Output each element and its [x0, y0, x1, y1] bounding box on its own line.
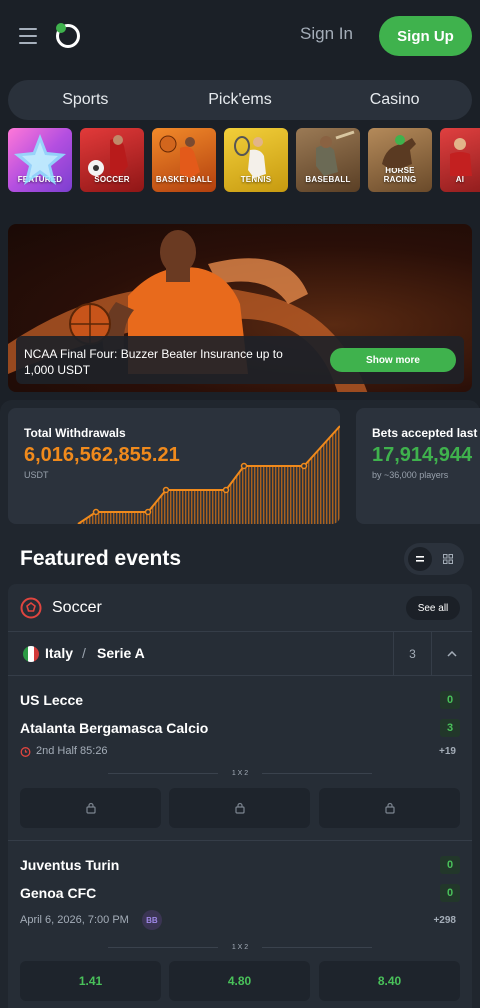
lock-icon	[85, 802, 96, 814]
sport-name: Soccer	[52, 599, 102, 616]
home-team: Juventus Turin	[20, 857, 120, 873]
chevron-up-icon	[447, 651, 457, 657]
bet-builder-badge: BB	[141, 910, 162, 930]
main-nav: Sports Pick'ems Casino	[8, 80, 472, 120]
category-baseball[interactable]: BASEBALL	[296, 128, 360, 192]
show-more-button[interactable]: Show more	[330, 348, 456, 372]
odd-home-locked[interactable]	[20, 788, 161, 828]
odd-draw-locked[interactable]	[169, 788, 310, 828]
stat-title: Total Withdrawals	[24, 426, 126, 440]
match-card[interactable]: US Lecce 0 Atalanta Bergamasca Calcio 3 …	[8, 676, 472, 840]
market-divider-right	[262, 773, 372, 774]
top-header: Sign In Sign Up	[0, 0, 480, 72]
category-soccer[interactable]: SOCCER	[80, 128, 144, 192]
horse-icon	[382, 135, 416, 168]
nav-pickems[interactable]: Pick'ems	[163, 91, 316, 109]
soccer-player-icon	[88, 135, 128, 176]
match-start-time: April 6, 2026, 7:00 PM	[20, 914, 129, 926]
stat-sub: USDT	[24, 470, 49, 480]
stat-card-withdrawals: Total Withdrawals 6,016,562,855.21 USDT	[8, 408, 340, 524]
match-status: 2nd Half 85:26	[20, 745, 108, 757]
match-card[interactable]: Juventus Turin 0 Genoa CFC 0 April 6, 20…	[8, 840, 472, 1008]
more-markets-count[interactable]: +298	[433, 915, 456, 926]
menu-icon[interactable]	[19, 28, 37, 44]
market-divider-right	[262, 947, 372, 948]
match-time: 2nd Half 85:26	[36, 745, 108, 757]
category-featured[interactable]: FEATURED	[8, 128, 72, 192]
odd-away[interactable]: 8.40	[319, 961, 460, 1001]
see-all-button[interactable]: See all	[406, 596, 460, 620]
clock-icon	[20, 746, 31, 757]
nav-sports[interactable]: Sports	[9, 91, 162, 109]
market-label: 1 X 2	[231, 770, 249, 777]
more-markets-count[interactable]: +19	[439, 746, 456, 757]
lock-icon	[234, 802, 245, 814]
odd-away-locked[interactable]	[319, 788, 460, 828]
stat-card-bets: Bets accepted last 17,914,944 by ~36,000…	[356, 408, 480, 524]
player-icon	[450, 138, 472, 176]
away-score: 3	[440, 719, 460, 737]
tennis-player-icon	[234, 136, 266, 178]
banner-text: NCAA Final Four: Buzzer Beater Insurance…	[24, 347, 283, 377]
home-team: US Lecce	[20, 692, 84, 708]
view-toggle	[404, 543, 464, 575]
odd-draw[interactable]: 4.80	[169, 961, 310, 1001]
logo-icon[interactable]	[54, 22, 81, 49]
promo-banner[interactable]: NCAA Final Four: Buzzer Beater Insurance…	[8, 224, 472, 392]
market-label: 1 X 2	[231, 944, 249, 951]
sport-header: Soccer See all	[8, 584, 472, 632]
away-score: 0	[440, 884, 460, 902]
list-view-icon[interactable]	[408, 547, 432, 571]
sign-up-button[interactable]: Sign Up	[379, 16, 472, 56]
category-tennis[interactable]: TENNIS	[224, 128, 288, 192]
soccer-ball-icon	[20, 597, 42, 619]
league-name: Serie A	[97, 645, 145, 661]
stat-value: 6,016,562,855.21	[24, 444, 180, 466]
league-country: Italy	[45, 645, 74, 661]
italy-flag-icon	[23, 646, 39, 662]
league-match-count: 3	[393, 632, 431, 676]
stat-title: Bets accepted last	[372, 426, 478, 440]
basketball-player-icon	[159, 135, 200, 178]
league-header[interactable]: Italy / Serie A 3	[8, 632, 472, 676]
stat-sub: by ~36,000 players	[372, 470, 449, 480]
away-team: Genoa CFC	[20, 885, 97, 901]
grid-view-icon[interactable]	[436, 547, 460, 571]
away-team: Atalanta Bergamasca Calcio	[20, 720, 209, 736]
sign-in-link[interactable]: Sign In	[300, 24, 353, 44]
odd-home[interactable]: 1.41	[20, 961, 161, 1001]
baseball-player-icon	[316, 130, 355, 176]
lock-icon	[384, 802, 395, 814]
home-score: 0	[440, 691, 460, 709]
events-panel: Soccer See all Italy / Serie A 3 US Lecc…	[8, 584, 472, 1008]
category-horse-racing[interactable]: HORSE RACING	[368, 128, 432, 192]
stat-value: 17,914,944	[372, 444, 473, 466]
match-status: April 6, 2026, 7:00 PM BB	[20, 910, 162, 930]
featured-events-title: Featured events	[20, 547, 182, 570]
home-score: 0	[440, 856, 460, 874]
nav-casino[interactable]: Casino	[318, 91, 471, 109]
collapse-league-toggle[interactable]	[431, 632, 472, 676]
league-separator: /	[82, 645, 86, 661]
category-other[interactable]: AI	[440, 128, 480, 192]
star-icon	[14, 134, 66, 185]
category-strip: FEATURED SOCCER BASKETBALL TENNIS BASEBA…	[8, 128, 480, 202]
category-basketball[interactable]: BASKETBALL	[152, 128, 216, 192]
